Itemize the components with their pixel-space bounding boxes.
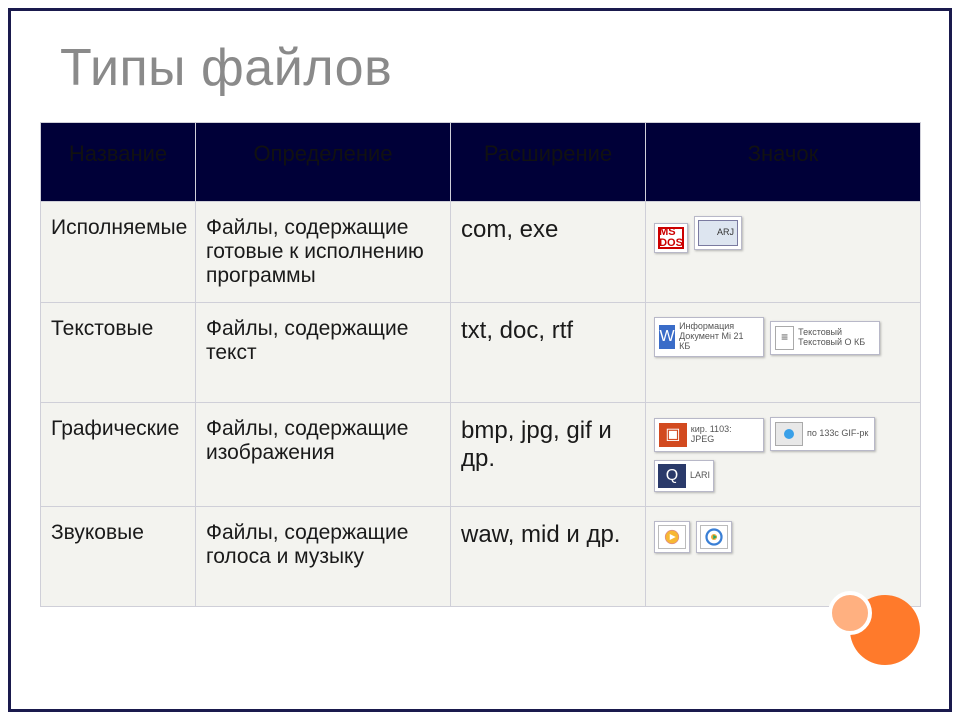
file-chip-label: LARI bbox=[690, 471, 710, 481]
table-row: Звуковые Файлы, содержащие голоса и музы… bbox=[41, 506, 921, 606]
media-player-icon bbox=[700, 525, 728, 549]
cell-name: Текстовые bbox=[41, 303, 196, 403]
file-chip: ARJ bbox=[694, 216, 742, 250]
cell-extension: com, exe bbox=[451, 202, 646, 303]
file-chip-label: Информация Документ Mi 21 КБ bbox=[679, 322, 757, 352]
cell-name: Графические bbox=[41, 403, 196, 507]
file-chip-label: по 133с GIF-рк bbox=[807, 429, 868, 439]
file-chip bbox=[696, 521, 732, 553]
border-top bbox=[8, 8, 952, 11]
col-header-icon: Значок bbox=[646, 123, 921, 202]
txt-file-icon: ≡ bbox=[775, 326, 794, 350]
border-right bbox=[949, 8, 952, 712]
cell-definition: Файлы, содержащие изображения bbox=[196, 403, 451, 507]
border-bottom bbox=[8, 709, 952, 712]
cell-definition: Файлы, содержащие готовые к исполнению п… bbox=[196, 202, 451, 303]
cell-name: Исполняемые bbox=[41, 202, 196, 303]
file-chip: MS DOS bbox=[654, 223, 688, 253]
file-chip-label: кир. 1103: JPEG bbox=[691, 425, 757, 445]
cell-icons: ▣ кир. 1103: JPEG по 133с GIF-рк Q LARI bbox=[646, 403, 921, 507]
col-header-name: Название bbox=[41, 123, 196, 202]
file-chip: по 133с GIF-рк bbox=[770, 417, 875, 451]
arj-window-icon: ARJ bbox=[698, 220, 738, 246]
cell-name: Звуковые bbox=[41, 506, 196, 606]
table-row: Текстовые Файлы, содержащие текст txt, d… bbox=[41, 303, 921, 403]
gif-image-icon bbox=[775, 422, 803, 446]
msdos-icon: MS DOS bbox=[658, 227, 684, 249]
file-chip: W Информация Документ Mi 21 КБ bbox=[654, 317, 764, 357]
wav-audio-icon bbox=[658, 525, 686, 549]
jpeg-image-icon: ▣ bbox=[659, 423, 687, 447]
file-chip: ≡ Текстовый Текстовый О КБ bbox=[770, 321, 880, 355]
cell-extension: txt, doc, rtf bbox=[451, 303, 646, 403]
quicktime-icon: Q bbox=[658, 464, 686, 488]
border-left bbox=[8, 8, 11, 712]
cell-icons bbox=[646, 506, 921, 606]
file-chip bbox=[654, 521, 690, 553]
file-chip-label: Текстовый Текстовый О КБ bbox=[798, 328, 873, 348]
slide: Типы файлов Название Определение Расшире… bbox=[0, 0, 960, 720]
col-header-definition: Определение bbox=[196, 123, 451, 202]
file-types-table: Название Определение Расширение Значок И… bbox=[40, 122, 921, 607]
col-header-extension: Расширение bbox=[451, 123, 646, 202]
page-title: Типы файлов bbox=[60, 38, 392, 98]
table-row: Исполняемые Файлы, содержащие готовые к … bbox=[41, 202, 921, 303]
cell-icons: MS DOS ARJ bbox=[646, 202, 921, 303]
cell-extension: waw, mid и др. bbox=[451, 506, 646, 606]
cell-icons: W Информация Документ Mi 21 КБ ≡ Текстов… bbox=[646, 303, 921, 403]
table-row: Графические Файлы, содержащие изображени… bbox=[41, 403, 921, 507]
cell-extension: bmp, jpg, gif и др. bbox=[451, 403, 646, 507]
file-chip: Q LARI bbox=[654, 460, 714, 492]
cell-definition: Файлы, содержащие голоса и музыку bbox=[196, 506, 451, 606]
word-doc-icon: W bbox=[659, 325, 675, 349]
file-chip: ▣ кир. 1103: JPEG bbox=[654, 418, 764, 452]
cell-definition: Файлы, содержащие текст bbox=[196, 303, 451, 403]
table-header-row: Название Определение Расширение Значок bbox=[41, 123, 921, 202]
